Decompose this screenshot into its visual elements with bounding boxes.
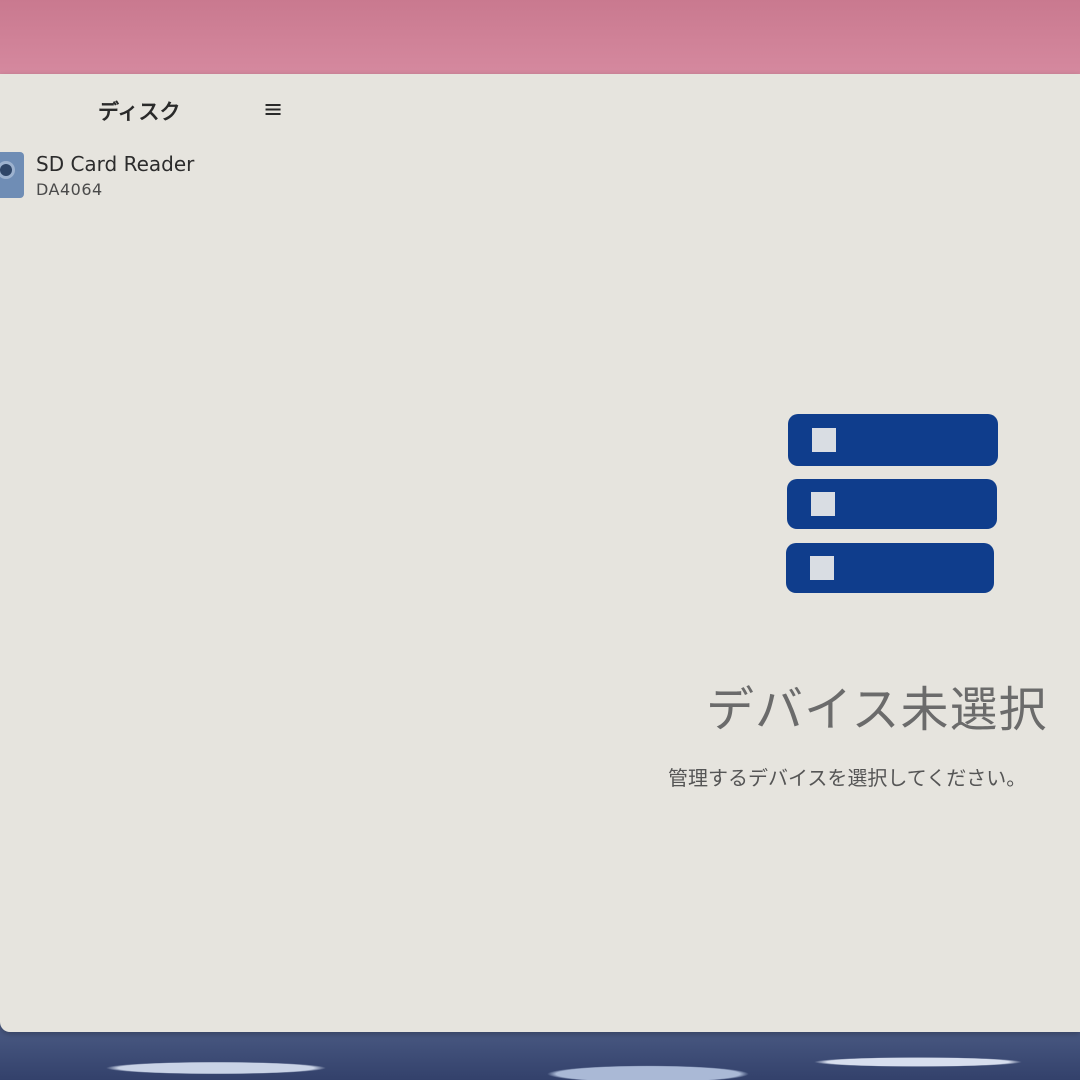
sidebar: ディスク ≡ SD Card Reader DA4064: [0, 74, 300, 1032]
sidebar-title: ディスク: [98, 100, 181, 124]
disk-drive-icon: [0, 152, 24, 198]
disk-name: SD Card Reader: [36, 152, 195, 176]
main-panel: デバイス未選択 管理するデバイスを選択してください。: [300, 74, 1080, 1032]
storage-stack-icon: [786, 414, 998, 593]
disk-subtitle: DA4064: [36, 180, 103, 199]
empty-state-title: デバイス未選択: [706, 682, 1048, 738]
empty-state-subtitle: 管理するデバイスを選択してください。: [668, 766, 1027, 790]
desktop-background-top: [0, 0, 1080, 80]
sidebar-header: ディスク ≡: [0, 92, 300, 132]
hamburger-menu-icon[interactable]: ≡: [258, 94, 288, 124]
disks-window: ディスク ≡ SD Card Reader DA4064 デバイス未選択 管理す…: [0, 74, 1080, 1032]
disk-list-item-sd-card-reader[interactable]: SD Card Reader DA4064: [0, 148, 300, 204]
